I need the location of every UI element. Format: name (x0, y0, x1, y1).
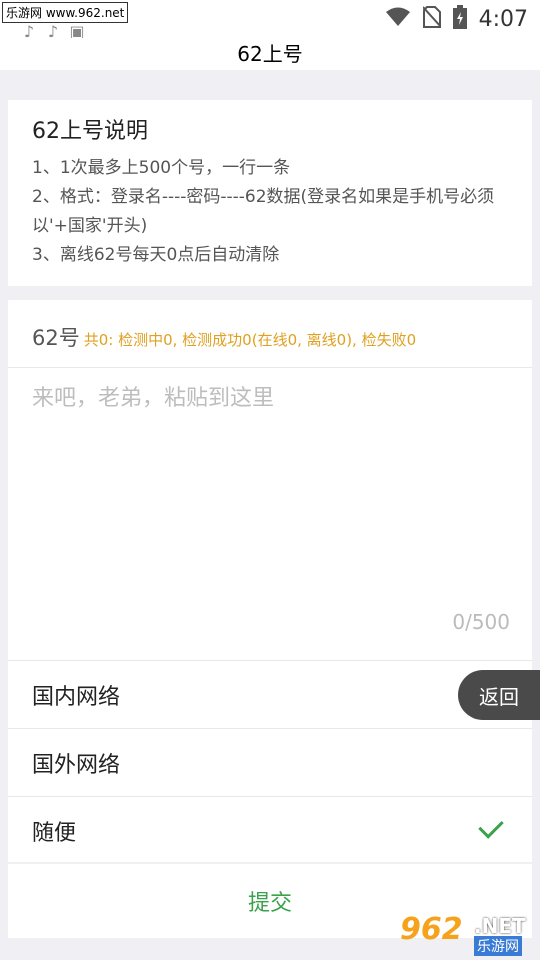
submit-label: 提交 (247, 891, 292, 916)
status-time: 4:07 (478, 6, 528, 32)
no-sim-icon (421, 6, 442, 32)
wifi-icon (385, 7, 411, 31)
info-title: 62上号说明 (32, 119, 148, 144)
network-options: 国内网络 国外网络 随便 (8, 660, 532, 862)
info-card: 62上号说明 1、1次最多上500个号，一行一条 2、格式：登录名----密码-… (8, 100, 532, 286)
input-card: 62号 共0: 检测中0, 检测成功0(在线0, 离线0), 检失败0 0/50… (8, 300, 532, 660)
input-label: 62号 (32, 326, 80, 350)
option-domestic[interactable]: 国内网络 (8, 660, 532, 728)
input-header: 62号 共0: 检测中0, 检测成功0(在线0, 离线0), 检失败0 (8, 300, 532, 368)
info-line-3: 3、离线62号每天0点后自动清除 (32, 245, 280, 265)
option-any[interactable]: 随便 (8, 796, 532, 864)
status-bar: 乐游网 www.962.net ♪ ♪ ▣ 4:07 (0, 0, 540, 41)
watermark-sub: 乐游网 (474, 936, 522, 956)
info-line-2: 2、格式：登录名----密码----62数据(登录名如果是手机号必须以'+国家'… (32, 187, 495, 236)
option-label: 国内网络 (32, 684, 121, 710)
option-label: 国外网络 (32, 752, 121, 778)
input-stats: 共0: 检测中0, 检测成功0(在线0, 离线0), 检失败0 (83, 331, 417, 349)
check-icon (478, 813, 504, 839)
battery-icon (452, 5, 467, 33)
title-bar: 62上号 (0, 38, 540, 70)
watermark-logo: 962 .NET 乐游网 (400, 912, 534, 956)
system-icons: 4:07 (385, 4, 528, 34)
account-textarea[interactable] (32, 380, 512, 600)
page-title: 62上号 (237, 42, 303, 66)
option-overseas[interactable]: 国外网络 (8, 728, 532, 796)
watermark-num: 962 (400, 912, 463, 947)
back-button[interactable]: 返回 (458, 670, 540, 720)
option-label: 随便 (32, 820, 77, 846)
char-counter: 0/500 (452, 610, 510, 634)
watermark-net: .NET (474, 914, 526, 938)
info-line-1: 1、1次最多上500个号，一行一条 (32, 158, 291, 178)
